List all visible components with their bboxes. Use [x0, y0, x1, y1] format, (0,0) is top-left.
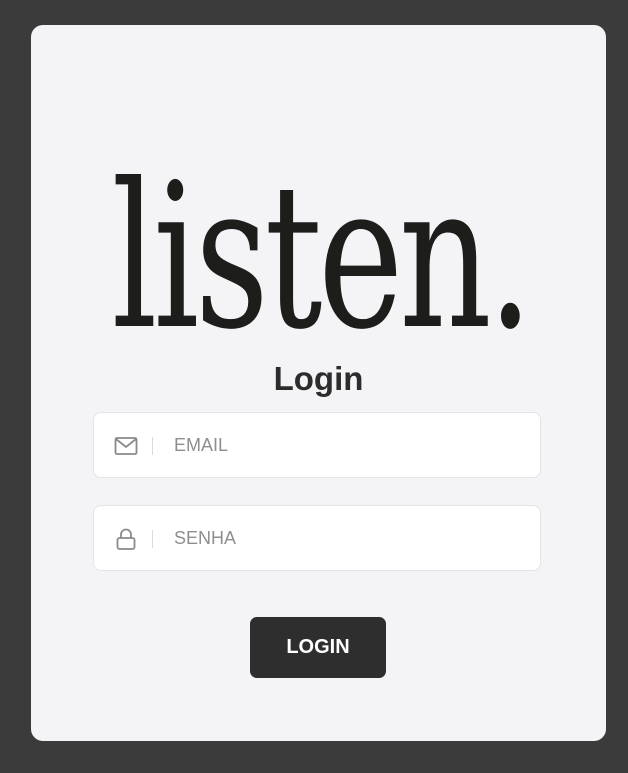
field-divider — [152, 437, 153, 455]
page-title: Login — [273, 360, 364, 397]
email-field[interactable] — [93, 412, 541, 478]
password-field[interactable] — [93, 505, 541, 571]
brand-logo: listen. — [111, 141, 533, 374]
login-card: listen. Login LOGIN — [31, 25, 606, 741]
lock-icon — [114, 527, 138, 551]
password-input[interactable] — [174, 506, 524, 570]
email-input[interactable] — [174, 413, 524, 477]
field-divider — [152, 530, 153, 548]
envelope-icon — [114, 434, 138, 458]
login-button[interactable]: LOGIN — [250, 617, 386, 678]
